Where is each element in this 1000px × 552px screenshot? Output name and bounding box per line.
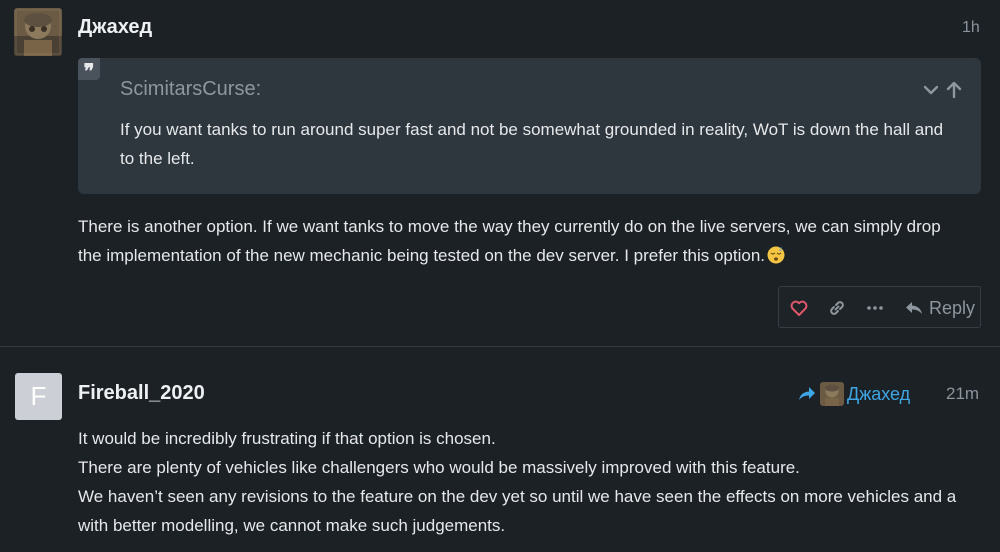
more-options-icon[interactable] [865, 298, 885, 318]
heart-icon[interactable] [789, 298, 809, 318]
post-time[interactable]: 21m [946, 384, 979, 404]
arrow-up-icon[interactable] [944, 80, 964, 100]
sleeping-face-emoji-icon: z [767, 246, 785, 264]
quote-block: ❞ ScimitarsCurse: If you want tanks to r… [78, 58, 981, 194]
user-avatar[interactable] [14, 8, 62, 56]
post-1: Джахед 1h ❞ ScimitarsCurse: If you want … [0, 0, 1000, 346]
link-icon[interactable] [827, 298, 847, 318]
post-actions: Reply [778, 286, 981, 328]
username[interactable]: Джахед [78, 16, 152, 39]
reply-button-label[interactable]: Reply [929, 298, 975, 319]
reply-arrow-icon [799, 387, 815, 400]
reply-icon[interactable] [904, 298, 924, 318]
svg-text:z: z [779, 246, 782, 253]
quote-icon: ❞ [78, 58, 100, 83]
post-body-line: There is another option. If we want tank… [78, 217, 941, 236]
post-body-text: the implementation of the new mechanic b… [78, 246, 766, 265]
reply-to-username[interactable]: Джахед [847, 384, 910, 405]
chevron-down-icon[interactable] [921, 80, 941, 100]
quote-text: If you want tanks to run around super fa… [120, 120, 944, 168]
post-body-line: We haven’t seen any revisions to the fea… [78, 487, 957, 506]
post-body-line-with-emoji: the implementation of the new mechanic b… [78, 241, 785, 270]
post-body-line: with better modelling, we cannot make su… [78, 516, 506, 535]
post-body-line: There are plenty of vehicles like challe… [78, 458, 800, 477]
post-body-line: It would be incredibly frustrating if th… [78, 429, 496, 448]
post-time[interactable]: 1h [962, 19, 980, 37]
user-avatar[interactable]: F [15, 373, 62, 420]
reply-to-avatar [820, 382, 844, 406]
quote-author[interactable]: ScimitarsCurse: [120, 78, 261, 101]
post-2: F Fireball_2020 Джахед 21m It would be i… [0, 347, 1000, 552]
username[interactable]: Fireball_2020 [78, 382, 205, 405]
